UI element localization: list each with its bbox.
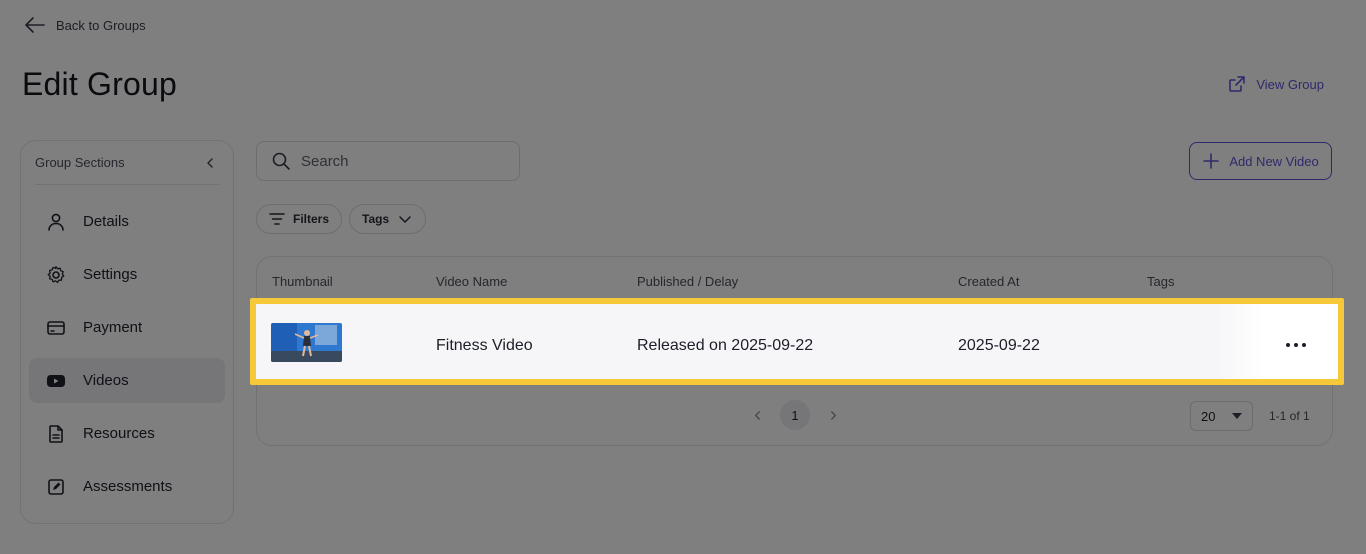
video-name-cell: Fitness Video (436, 337, 533, 354)
external-link-icon (1229, 76, 1246, 92)
created-at-cell: 2025-09-22 (958, 337, 1040, 354)
sidebar-item-label: Resources (83, 425, 155, 442)
published-cell: Released on 2025-09-22 (637, 337, 814, 354)
next-page-button[interactable] (824, 406, 842, 424)
sidebar-item-payment[interactable]: Payment (29, 305, 225, 350)
chevron-left-icon (754, 410, 760, 420)
sidebar-item-label: Details (83, 213, 129, 230)
chevron-left-icon (207, 157, 213, 168)
page-number-button[interactable]: 1 (780, 400, 810, 430)
caret-down-icon (1232, 413, 1242, 419)
document-icon (45, 423, 67, 445)
column-header-published: Published / Delay (637, 274, 739, 289)
filter-lines-icon (269, 213, 285, 225)
edit-group-page: Back to Groups Edit Group View Group Gro… (0, 0, 1366, 554)
table-row[interactable]: Fitness Video Released on 2025-09-22 202… (256, 304, 1338, 379)
collapse-sidebar-button[interactable] (201, 154, 219, 172)
filters-label: Filters (293, 212, 330, 226)
sidebar-item-videos[interactable]: Videos (29, 358, 225, 403)
view-group-link[interactable]: View Group (1227, 74, 1324, 94)
plus-icon (1203, 153, 1220, 169)
page-title: Edit Group (22, 66, 177, 102)
row-more-actions-button[interactable] (1276, 330, 1316, 360)
add-new-video-button[interactable]: Add New Video (1189, 142, 1332, 180)
back-to-groups-link[interactable]: Back to Groups (24, 15, 146, 35)
sidebar-item-assessments[interactable]: Assessments (29, 464, 225, 509)
sidebar-item-label: Videos (83, 372, 129, 389)
search-input[interactable] (301, 152, 501, 170)
sidebar-item-label: Payment (83, 319, 143, 336)
video-thumbnail[interactable] (271, 323, 342, 362)
view-group-label: View Group (1256, 76, 1324, 92)
sidebar-item-label: Assessments (83, 478, 173, 495)
sidebar-item-resources[interactable]: Resources (29, 411, 225, 456)
column-header-video-name: Video Name (436, 274, 508, 289)
previous-page-button[interactable] (748, 406, 766, 424)
chevron-right-icon (830, 410, 836, 420)
sidebar-item-details[interactable]: Details (29, 199, 225, 244)
search-icon (272, 152, 290, 170)
back-link-label: Back to Groups (56, 17, 146, 33)
sidebar-item-settings[interactable]: Settings (29, 252, 225, 297)
more-dot-icon (1294, 343, 1298, 347)
sidebar-title: Group Sections (35, 155, 125, 170)
pagination-range: 1-1 of 1 (1269, 409, 1310, 423)
rows-per-page-value: 20 (1201, 408, 1216, 424)
more-dot-icon (1302, 343, 1306, 347)
sidebar-item-label: Settings (83, 266, 138, 283)
column-header-tags: Tags (1147, 274, 1175, 289)
column-header-thumbnail: Thumbnail (272, 274, 333, 289)
gear-icon (45, 264, 67, 286)
highlighted-row-frame: Fitness Video Released on 2025-09-22 202… (250, 298, 1344, 385)
group-sections-sidebar: Group Sections Details Settings Payment … (20, 140, 234, 524)
user-icon (45, 211, 67, 233)
fitness-video-thumbnail-image (271, 323, 342, 362)
add-video-label: Add New Video (1229, 153, 1319, 169)
search-field[interactable] (256, 141, 520, 181)
tags-dropdown[interactable]: Tags (349, 204, 427, 234)
play-video-icon (45, 370, 67, 392)
credit-card-icon (45, 317, 67, 339)
chevron-down-icon (399, 216, 411, 223)
sidebar-header: Group Sections (35, 141, 219, 185)
sidebar-list: Details Settings Payment Videos Resource… (21, 185, 233, 509)
tags-label: Tags (362, 212, 390, 226)
column-header-created-at: Created At (958, 274, 1020, 289)
pagination: 1 (748, 400, 842, 430)
rows-per-page-select[interactable]: 20 (1190, 401, 1253, 431)
arrow-left-icon (25, 17, 45, 33)
more-dot-icon (1286, 343, 1290, 347)
filters-button[interactable]: Filters (256, 204, 343, 234)
edit-square-icon (45, 476, 67, 498)
